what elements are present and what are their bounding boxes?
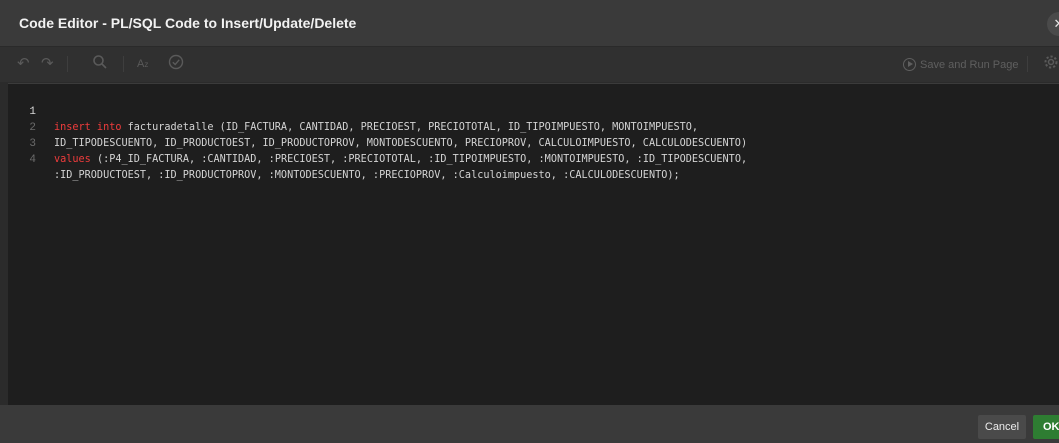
search-icon[interactable] — [92, 54, 108, 74]
code-line: 4 :ID_PRODUCTOEST, :ID_PRODUCTOPROV, :MO… — [8, 136, 679, 181]
editor-toolbar: ↶ ↷ Az Save and Run Page — [0, 47, 1059, 82]
code-text: :ID_PRODUCTOEST, :ID_PRODUCTOPROV, :MONT… — [54, 168, 680, 184]
code-line: 2 ID_TIPODESCUENTO, ID_PRODUCTOEST, ID_P… — [8, 104, 747, 149]
dialog-footer: Cancel OK — [0, 405, 1059, 443]
toolbar-divider — [123, 56, 124, 72]
code-text: values (:P4_ID_FACTURA, :CANTIDAD, :PREC… — [54, 152, 747, 168]
code-editor-dialog: Code Editor - PL/SQL Code to Insert/Upda… — [0, 0, 1059, 443]
code-text: insert into facturadetalle (ID_FACTURA, … — [54, 120, 698, 136]
play-icon — [903, 58, 916, 71]
gear-icon[interactable] — [1043, 54, 1059, 74]
code-content: ID_TIPODESCUENTO, ID_PRODUCTOEST, ID_PRO… — [54, 138, 748, 149]
toolbar-divider — [67, 56, 68, 72]
validate-icon[interactable] — [168, 54, 184, 74]
line-number: 4 — [29, 154, 36, 166]
code-editor-area[interactable]: 1 insert into facturadetalle (ID_FACTURA… — [8, 83, 1059, 406]
code-content: :ID_PRODUCTOEST, :ID_PRODUCTOPROV, :MONT… — [54, 170, 680, 181]
code-line: 3 values (:P4_ID_FACTURA, :CANTIDAD, :PR… — [8, 120, 747, 165]
autocomplete-icon[interactable]: Az — [137, 54, 148, 74]
code-keyword: insert into — [54, 122, 122, 133]
save-and-run-label: Save and Run Page — [920, 59, 1019, 71]
save-and-run-button[interactable]: Save and Run Page — [903, 56, 1018, 74]
close-icon[interactable]: ✕ — [1047, 12, 1059, 36]
dialog-titlebar: Code Editor - PL/SQL Code to Insert/Upda… — [0, 0, 1059, 47]
code-content: facturadetalle (ID_FACTURA, CANTIDAD, PR… — [121, 122, 699, 133]
undo-icon[interactable]: ↶ — [17, 54, 30, 74]
cancel-button[interactable]: Cancel — [978, 415, 1026, 439]
code-text: ID_TIPODESCUENTO, ID_PRODUCTOEST, ID_PRO… — [54, 136, 747, 152]
dialog-title: Code Editor - PL/SQL Code to Insert/Upda… — [19, 15, 357, 31]
toolbar-divider — [1027, 56, 1028, 72]
code-content: (:P4_ID_FACTURA, :CANTIDAD, :PRECIOEST, … — [90, 154, 748, 165]
code-keyword: values — [54, 154, 91, 165]
redo-icon[interactable]: ↷ — [41, 54, 54, 74]
code-line: 1 insert into facturadetalle (ID_FACTURA… — [8, 88, 698, 133]
ok-button[interactable]: OK — [1033, 415, 1059, 439]
